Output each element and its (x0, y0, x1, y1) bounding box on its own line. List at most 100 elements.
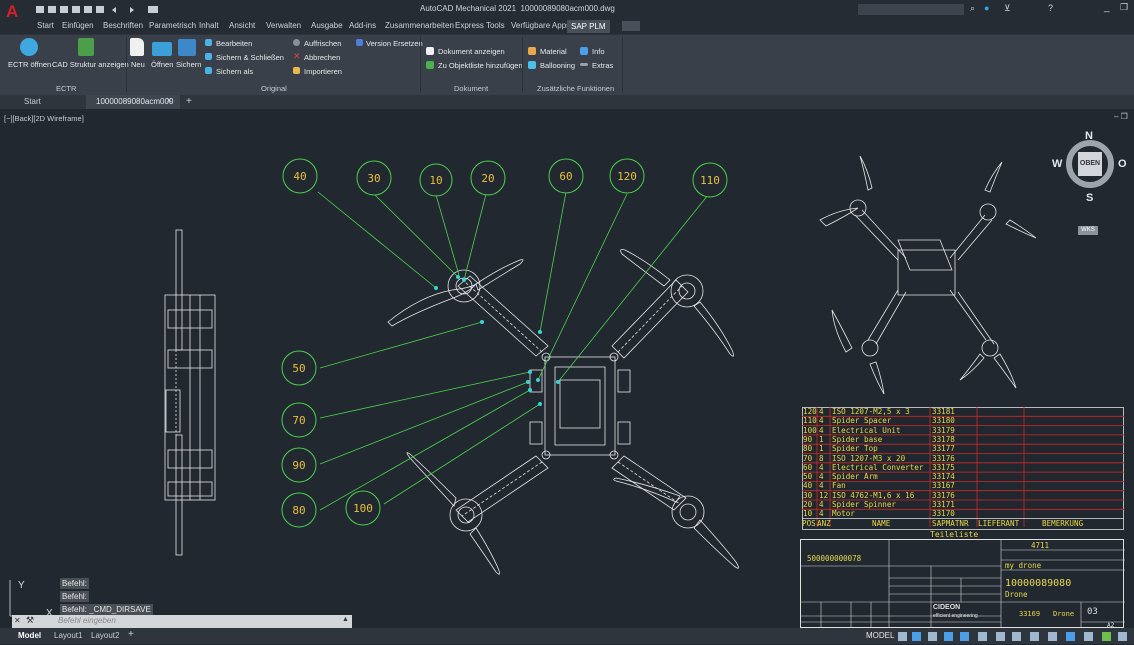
tab-current-file[interactable]: 10000089080acm000 ✕ (86, 95, 180, 109)
search-input[interactable] (858, 4, 964, 15)
company-tagline: efficient engineering (933, 613, 978, 619)
cancel-button[interactable]: Abbrechen (304, 53, 340, 62)
balloon-leaders (317, 191, 709, 511)
balloon-label: 90 (292, 459, 305, 472)
command-line-bar: ✕ ⚒ Befehl eingeben ▲ (12, 615, 352, 628)
tab-parametric[interactable]: Parametrisch (149, 21, 196, 30)
balloon-label: 50 (292, 362, 305, 375)
compass-west[interactable]: W (1052, 158, 1062, 170)
ballooning-button[interactable]: Ballooning (540, 61, 575, 70)
parts-list-table: 120 4 ISO 1207-M2,5 x 3 33181 110 4 Spider Sp… (802, 407, 1124, 531)
minimize-button[interactable]: _ (1104, 2, 1110, 13)
drawing-number: 10000089080 (1005, 578, 1072, 589)
compass-east[interactable]: O (1118, 158, 1127, 170)
file-name: 10000089080acm000.dwg (520, 4, 615, 13)
help-icon[interactable]: ? (1048, 3, 1053, 13)
parts-list-title: Teileliste (930, 530, 979, 539)
ectr-open-button[interactable]: ECTR öffnen (8, 60, 51, 69)
open-button[interactable]: Öffnen (151, 60, 173, 69)
group-document-label: Dokument (454, 84, 489, 93)
edit-button[interactable]: Bearbeiten (216, 39, 252, 48)
viewcube-face-top[interactable]: OBEN (1078, 152, 1102, 176)
tab-view[interactable]: Ansicht (229, 21, 255, 30)
title-block: 4711 500000000078 my drone 10000089080 D… (800, 539, 1125, 629)
save-disk-icon (178, 39, 196, 56)
new-tab-icon[interactable]: + (186, 96, 192, 107)
open-folder-icon (152, 42, 172, 56)
replace-version-icon (356, 39, 363, 46)
new-button[interactable]: Neu (131, 60, 145, 69)
description: my drone (1005, 561, 1042, 570)
tab-manage[interactable]: Verwalten (266, 21, 301, 30)
panel-toggle-button[interactable] (622, 21, 640, 31)
quick-access-toolbar[interactable] (36, 5, 206, 15)
status-toolbar-icons[interactable] (898, 631, 1132, 642)
save-as-button[interactable]: Sichern als (216, 67, 253, 76)
tab-collaborate[interactable]: Zusammenarbeiten (385, 21, 454, 30)
window-title: AutoCAD Mechanical 2021 10000089080acm00… (420, 4, 615, 13)
tab-insert[interactable]: Einfügen (62, 21, 94, 30)
tab-annotate[interactable]: Beschriften (103, 21, 143, 30)
compass-north[interactable]: N (1085, 130, 1093, 142)
ucs-y-label: Y (18, 580, 25, 591)
material-text: Drone (1053, 610, 1075, 618)
group-extra-label: Zusätzliche Funktionen (537, 84, 615, 93)
import-button[interactable]: Importieren (304, 67, 342, 76)
save-button[interactable]: Sichern (176, 60, 201, 69)
command-history-line: Befehl: _CMD_DIRSAVE (60, 604, 153, 615)
top-view-drawing (387, 249, 739, 575)
ectr-open-icon (20, 38, 38, 56)
add-to-list-button[interactable]: Zu Objektliste hinzufügen (438, 61, 523, 70)
add-layout-icon[interactable]: + (128, 629, 134, 640)
compass-south[interactable]: S (1086, 192, 1093, 204)
command-history-toggle-icon[interactable]: ▲ (342, 616, 349, 623)
refresh-button[interactable]: Auffrischen (304, 39, 341, 48)
show-document-button[interactable]: Dokument anzeigen (438, 47, 505, 56)
tab-addins[interactable]: Add-ins (349, 21, 376, 30)
command-history-line: Befehl: (60, 578, 89, 589)
wcs-menu[interactable]: WKS (1078, 226, 1098, 235)
viewcube[interactable]: OBEN N S W O WKS (1052, 130, 1127, 235)
save-close-button[interactable]: Sichern & Schließen (216, 53, 284, 62)
file-tabs: Start 10000089080acm000 ✕ + (0, 95, 1134, 109)
command-wrench-icon[interactable]: ⚒ (26, 615, 34, 626)
tab-start[interactable]: Start (37, 21, 54, 30)
tab-layout1[interactable]: Layout1 (54, 631, 82, 640)
group-original-label: Original (261, 84, 287, 93)
ballooning-icon (528, 61, 536, 69)
restore-button[interactable]: ❐ (1120, 2, 1128, 13)
cad-structure-icon (78, 38, 94, 56)
info-button[interactable]: Info (592, 47, 605, 56)
balloon-label: 80 (292, 504, 305, 517)
tab-apps[interactable]: Verfügbare Apps (511, 21, 570, 30)
user-icon[interactable]: ● (984, 3, 989, 13)
drawing-viewport[interactable]: [−][Back][2D Wireframe] – ❐ 40 30 10 20 … (0, 110, 1134, 629)
command-input[interactable]: Befehl eingeben (58, 616, 116, 625)
tab-start-file[interactable]: Start (12, 97, 53, 106)
tab-content[interactable]: Inhalt (199, 21, 219, 30)
extras-button[interactable]: Extras (592, 61, 613, 70)
show-document-icon (426, 47, 434, 55)
material-button[interactable]: Material (540, 47, 567, 56)
tab-layout2[interactable]: Layout2 (91, 631, 119, 640)
tab-output[interactable]: Ausgabe (311, 21, 343, 30)
close-tab-icon[interactable]: ✕ (166, 96, 173, 105)
iso-view-drawing (819, 155, 1037, 395)
balloon-label: 30 (367, 172, 380, 185)
cart-icon[interactable]: ⊻ (1004, 3, 1011, 14)
add-to-list-icon (426, 61, 434, 69)
company-logo: CIDEON (933, 604, 961, 611)
close-command-icon[interactable]: ✕ (14, 616, 21, 625)
replace-version-button[interactable]: Version Ersetzen (366, 39, 423, 48)
balloon-label: 20 (481, 172, 494, 185)
group-ectr-label: ECTR (56, 84, 77, 93)
tab-model[interactable]: Model (18, 631, 41, 640)
edit-icon (205, 39, 212, 46)
search-icon[interactable]: ⌕ (970, 3, 975, 14)
cancel-icon: ✕ (293, 51, 301, 61)
title-bar: A AutoCAD Mechanical 2021 10000089080acm… (0, 0, 1134, 21)
cad-structure-button[interactable]: CAD Struktur anzeigen (52, 60, 129, 69)
tab-express-tools[interactable]: Express Tools (455, 21, 505, 30)
tab-sap-plm[interactable]: SAP PLM (567, 20, 610, 33)
model-space-toggle[interactable]: MODEL (866, 631, 894, 640)
